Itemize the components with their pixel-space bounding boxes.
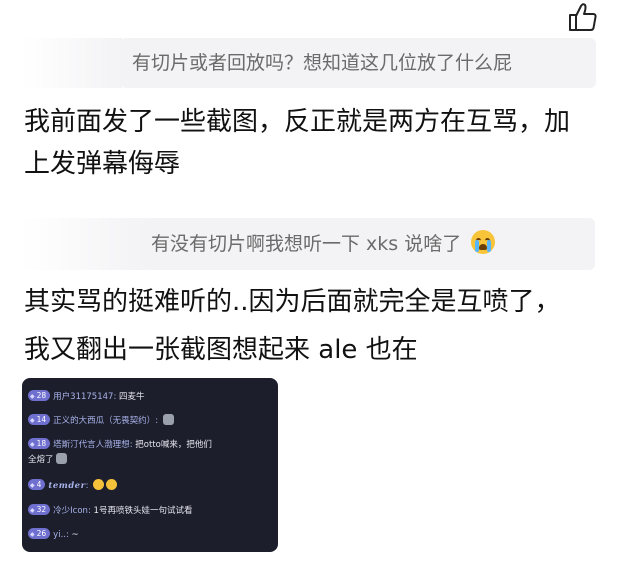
quote-fade [22,38,122,88]
chat-text: ~ [71,530,79,540]
fan-level-badge: 28 [28,390,51,401]
fan-level-badge: 26 [28,528,51,539]
laughing-emoji-icon [106,479,118,490]
thumbs-up-icon[interactable] [566,2,600,32]
chat-text: 全熔了 [28,455,54,465]
quoted-comment-text: 有没有切片啊我想听一下 xks 说啥了 [151,233,462,255]
quoted-comment-text: 有切片或者回放吗？想知道这几位放了什么屁 [132,52,513,74]
chat-username: 塔斯汀代言人渤理想 [53,440,130,450]
chat-message: 26yi..: ~ [28,528,79,542]
chat-message: 14正义的大西瓜（无畏契约）: [28,414,174,428]
chat-message: 28用户31175147: 四麦牛 [28,390,145,404]
chat-text: 四麦牛 [119,392,145,402]
chat-text: 把otto喊来，把他们 [135,440,212,450]
reply-text-line: 我又翻出一张截图想起来 ale 也在 [24,335,418,365]
chat-username: 正义的大西瓜（无畏契约） [53,416,156,426]
chat-text: 1号再喷铁头娃一句试试看 [93,506,193,516]
chat-username: temder [48,481,86,491]
reply-text-line: 我前面发了一些截图，反正就是两方在互骂，加 [24,107,571,137]
chat-message-continued: 全熔了 [28,453,67,467]
chat-username: 冷少Icon [53,506,88,516]
chat-screenshot-image[interactable]: 28用户31175147: 四麦牛 14正义的大西瓜（无畏契约）: 18塔斯汀代… [22,378,278,552]
chat-username: yi.. [53,530,66,540]
quote-fade [22,218,146,270]
chat-message: 32冷少Icon: 1号再喷铁头娃一句试试看 [28,504,192,518]
reply-text-line: 其实骂的挺难听的..因为后面就完全是互喷了， [24,287,561,317]
chat-message: 4temder: [28,479,118,493]
cat-emoji-icon [55,453,67,464]
fan-level-badge: 4 [28,479,46,490]
fan-level-badge: 18 [28,438,51,449]
chat-username: 用户31175147 [53,392,114,402]
chat-message: 18塔斯汀代言人渤理想: 把otto喊来，把他们 [28,438,212,452]
quoted-comment[interactable]: 有没有切片啊我想听一下 xks 说啥了 [143,218,595,270]
laughing-emoji-icon [93,479,105,490]
quoted-comment[interactable]: 有切片或者回放吗？想知道这几位放了什么屁 [120,38,596,88]
cat-emoji-icon [162,414,174,425]
fan-level-badge: 14 [28,414,51,425]
reply-text-line: 上发弹幕侮辱 [24,149,181,179]
fan-level-badge: 32 [28,504,51,515]
crying-emoji-icon [471,230,496,254]
